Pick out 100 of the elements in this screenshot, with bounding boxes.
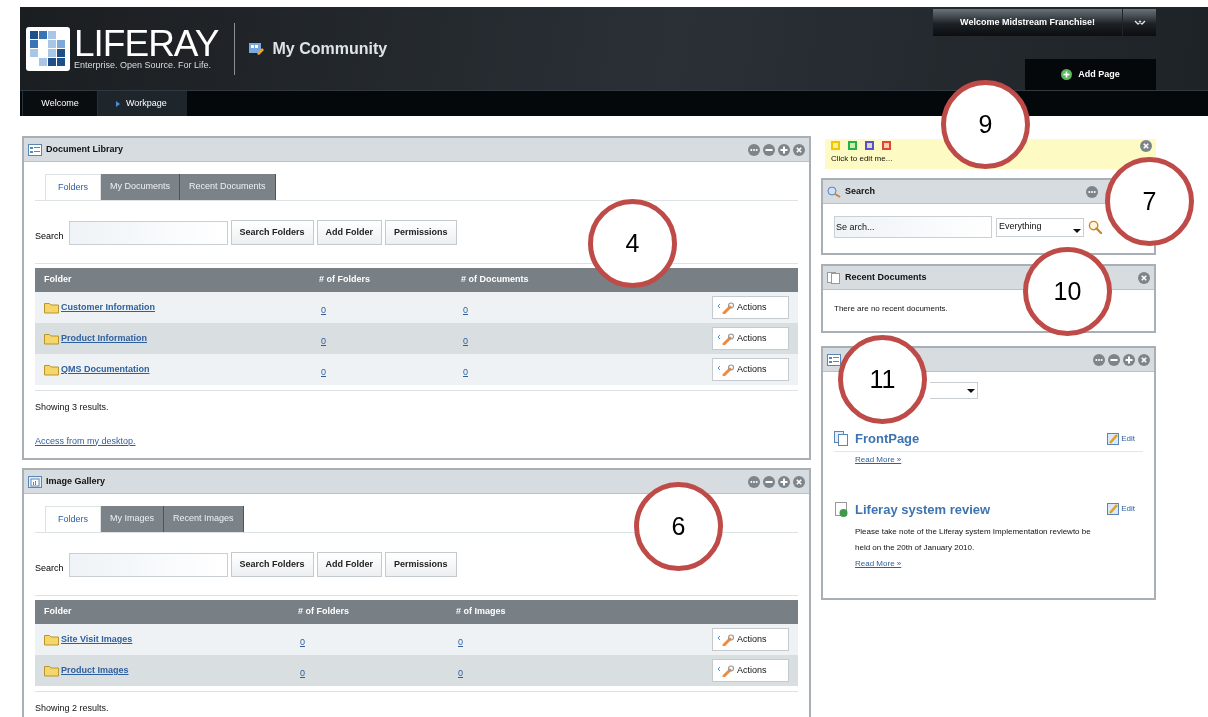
tab[interactable]: Recent Documents	[180, 174, 276, 200]
count-link[interactable]: 0	[458, 636, 463, 647]
toolbar-button[interactable]: Permissions	[385, 552, 457, 577]
minimize-icon[interactable]	[763, 475, 775, 488]
close-icon[interactable]	[1138, 353, 1150, 366]
column-header: Folder	[44, 273, 73, 287]
count-link[interactable]: 0	[321, 304, 326, 315]
close-icon[interactable]	[793, 143, 805, 156]
toolbar-button[interactable]: Permissions	[385, 220, 457, 245]
read-more-link[interactable]: Read More »	[855, 558, 902, 570]
actions-button[interactable]: Actions	[712, 659, 789, 682]
portlet-icon	[28, 143, 42, 156]
folder-link[interactable]: Product Images	[61, 663, 129, 678]
search-label: Search	[35, 561, 64, 575]
actions-button[interactable]: Actions	[712, 296, 789, 319]
toolbar-button[interactable]: Search Folders	[230, 552, 314, 577]
callout-number: 7	[1105, 157, 1194, 246]
tab[interactable]: Folders	[45, 506, 101, 532]
minimize-icon[interactable]	[763, 143, 775, 156]
toolbar-button[interactable]: Add Folder	[316, 552, 383, 577]
search-field[interactable]	[68, 221, 228, 245]
tab[interactable]: Folders	[45, 174, 101, 200]
wrench-icon	[718, 664, 735, 677]
close-icon[interactable]	[1138, 271, 1150, 284]
portlet-icon	[827, 185, 841, 198]
pencil-icon	[1107, 432, 1120, 445]
pencil-icon	[1107, 503, 1120, 516]
folder-link[interactable]: QMS Documentation	[61, 362, 150, 377]
options-icon[interactable]	[748, 475, 760, 488]
maximize-icon[interactable]	[778, 475, 790, 488]
portlet-title: Search	[845, 184, 876, 198]
search-icon[interactable]	[1088, 220, 1102, 234]
scope-dropdown[interactable]: Everything	[996, 217, 1084, 237]
note-text: Click to edit me...	[831, 153, 894, 165]
folder-icon	[44, 664, 59, 677]
maximize-icon[interactable]	[778, 143, 790, 156]
actions-button[interactable]: Actions	[712, 358, 789, 381]
read-more-link[interactable]: Read More »	[855, 453, 902, 466]
wrench-icon	[718, 332, 735, 345]
filter-dropdown[interactable]	[930, 382, 978, 399]
toolbar-button[interactable]: Search Folders	[230, 220, 314, 245]
portlet-icon	[28, 475, 42, 488]
count-link[interactable]: 0	[458, 667, 463, 678]
count-link[interactable]: 0	[463, 304, 468, 315]
tab[interactable]: Recent Images	[164, 506, 244, 532]
folder-link[interactable]: Site Visit Images	[61, 632, 133, 647]
folder-icon	[44, 633, 59, 646]
entry-title-link[interactable]: FrontPage	[855, 429, 920, 449]
close-icon[interactable]	[1140, 140, 1152, 152]
caret-icon	[116, 100, 120, 107]
entry-title-link[interactable]: Liferay system review	[855, 499, 991, 519]
count-link[interactable]: 0	[463, 366, 468, 377]
portlet-icon	[827, 271, 841, 284]
column-header: # of Folders	[319, 273, 371, 287]
menu-toggle-button[interactable]	[1123, 9, 1156, 36]
count-link[interactable]: 0	[300, 636, 305, 647]
color-swatch[interactable]	[848, 141, 857, 150]
result-count: Showing 3 results.	[35, 401, 110, 414]
search-label: Search	[35, 229, 64, 243]
folder-icon	[44, 363, 59, 376]
edit-button[interactable]: Edit	[1107, 432, 1135, 445]
close-icon[interactable]	[793, 475, 805, 488]
logo-icon	[26, 26, 70, 71]
article-icon	[834, 501, 848, 517]
user-menu-button[interactable]: Welcome Midstream Franchise!	[933, 9, 1122, 36]
column-header: # of Documents	[461, 273, 530, 287]
maximize-icon[interactable]	[1123, 353, 1135, 366]
count-link[interactable]: 0	[321, 335, 326, 346]
desktop-access-link[interactable]: Access from my desktop.	[35, 434, 136, 448]
count-link[interactable]: 0	[463, 335, 468, 346]
search-field[interactable]: Se arch...	[834, 216, 992, 238]
options-icon[interactable]	[1086, 185, 1098, 198]
nav-tab[interactable]: Workpage	[97, 91, 187, 116]
count-link[interactable]: 0	[321, 366, 326, 377]
minimize-icon[interactable]	[1108, 353, 1120, 366]
empty-message: There are no recent documents.	[834, 303, 948, 315]
color-swatch[interactable]	[882, 141, 891, 150]
toolbar-button[interactable]: Add Folder	[316, 220, 383, 245]
logo-tagline: Enterprise. Open Source. For Life.	[74, 61, 213, 70]
documents-icon	[834, 431, 848, 447]
column-header: # of Images	[456, 605, 507, 619]
options-icon[interactable]	[1093, 353, 1105, 366]
actions-button[interactable]: Actions	[712, 628, 789, 651]
folder-link[interactable]: Product Information	[61, 331, 147, 346]
column-header: # of Folders	[298, 605, 350, 619]
edit-button[interactable]: Edit	[1107, 503, 1135, 516]
search-field[interactable]	[68, 553, 228, 577]
portlet-title: Recent Documents	[845, 270, 927, 284]
tab[interactable]: My Documents	[101, 174, 181, 200]
options-icon[interactable]	[748, 143, 760, 156]
count-link[interactable]: 0	[300, 667, 305, 678]
folder-link[interactable]: Customer Information	[61, 300, 155, 315]
actions-button[interactable]: Actions	[712, 327, 789, 350]
caret-icon	[1073, 229, 1081, 233]
color-swatch[interactable]	[865, 141, 874, 150]
chevron-icon	[1133, 19, 1146, 26]
add-page-button[interactable]: Add Page	[1025, 59, 1156, 90]
nav-tab[interactable]: Welcome	[22, 91, 97, 116]
result-count: Showing 2 results.	[35, 702, 110, 715]
tab[interactable]: My Images	[101, 506, 164, 532]
